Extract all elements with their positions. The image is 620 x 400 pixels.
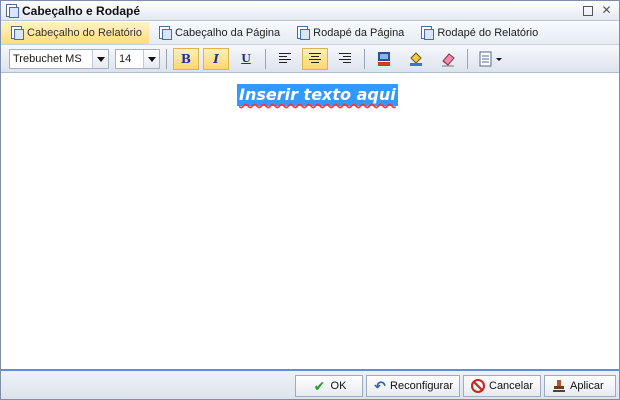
apply-button[interactable]: Aplicar: [544, 375, 616, 397]
document-icon: [296, 26, 311, 40]
undo-arrow-icon: ↶: [374, 377, 386, 394]
checkmark-icon: ✔: [313, 377, 326, 394]
formatting-toolbar: Trebuchet MS 14 B I U: [1, 44, 619, 73]
eraser-icon: [442, 52, 455, 66]
tab-report-footer[interactable]: Rodapé do Relatório: [411, 22, 545, 44]
font-family-value: Trebuchet MS: [13, 52, 82, 65]
dialog-footer: ✔ OK ↶ Reconfigurar Cancelar Aplicar: [1, 369, 619, 399]
chevron-down-icon[interactable]: [143, 49, 159, 68]
toolbar-divider: [265, 48, 266, 69]
align-center-icon: [309, 53, 321, 64]
section-tabs: Cabeçalho do Relatório Cabeçalho da Pági…: [1, 22, 619, 44]
window-title: Cabeçalho e Rodapé: [22, 3, 141, 18]
document-icon: [10, 26, 24, 40]
tab-label: Cabeçalho do Relatório: [27, 27, 142, 39]
apply-label: Aplicar: [570, 380, 604, 392]
align-right-button[interactable]: [332, 48, 358, 70]
ok-button[interactable]: ✔ OK: [295, 375, 363, 397]
clear-format-button[interactable]: [435, 48, 461, 70]
align-left-icon: [279, 53, 291, 64]
font-size-select[interactable]: 14: [115, 48, 160, 69]
font-size-value: 14: [119, 52, 132, 65]
insert-field-button[interactable]: [474, 48, 508, 70]
title-bar: Cabeçalho e Rodapé ✕: [1, 1, 619, 21]
maximize-button[interactable]: [581, 4, 594, 17]
cancel-label: Cancelar: [489, 380, 534, 392]
tab-report-header[interactable]: Cabeçalho do Relatório: [1, 22, 149, 44]
cancel-icon: [470, 378, 486, 394]
document-icon: [420, 26, 435, 40]
underline-button[interactable]: U: [233, 48, 259, 70]
text-color-button[interactable]: [371, 48, 397, 70]
ok-label: OK: [330, 380, 347, 392]
header-footer-dialog: Cabeçalho e Rodapé ✕ Cabeçalho do Relató…: [0, 0, 620, 400]
tab-label: Rodapé da Página: [313, 27, 405, 39]
chevron-down-icon[interactable]: [92, 49, 108, 68]
font-family-select[interactable]: Trebuchet MS: [9, 48, 109, 69]
document-dropdown-icon: [479, 51, 502, 66]
document-icon: [5, 3, 19, 18]
toolbar-divider: [364, 48, 365, 69]
selected-placeholder-text[interactable]: Inserir texto aqui: [237, 84, 398, 106]
italic-button[interactable]: I: [203, 47, 229, 70]
align-right-icon: [339, 53, 351, 64]
text-editor-area[interactable]: Inserir texto aqui: [4, 75, 617, 367]
fill-color-button[interactable]: [403, 48, 429, 70]
paint-bucket-icon: [410, 51, 422, 66]
apply-stamp-icon: [551, 378, 567, 394]
tab-label: Cabeçalho da Página: [174, 27, 281, 39]
align-center-button[interactable]: [302, 47, 328, 70]
close-button[interactable]: ✕: [600, 4, 613, 17]
align-left-button[interactable]: [272, 48, 298, 70]
cancel-button[interactable]: Cancelar: [463, 375, 541, 397]
reset-label: Reconfigurar: [390, 380, 453, 392]
document-icon: [158, 26, 172, 40]
text-color-icon: [378, 51, 390, 66]
toolbar-divider: [467, 48, 468, 69]
bold-button[interactable]: B: [173, 47, 199, 70]
reset-button[interactable]: ↶ Reconfigurar: [366, 375, 460, 397]
tab-label: Rodapé do Relatório: [437, 27, 539, 39]
tab-page-header[interactable]: Cabeçalho da Página: [149, 22, 287, 44]
toolbar-divider: [166, 48, 167, 69]
tab-page-footer[interactable]: Rodapé da Página: [287, 22, 411, 44]
